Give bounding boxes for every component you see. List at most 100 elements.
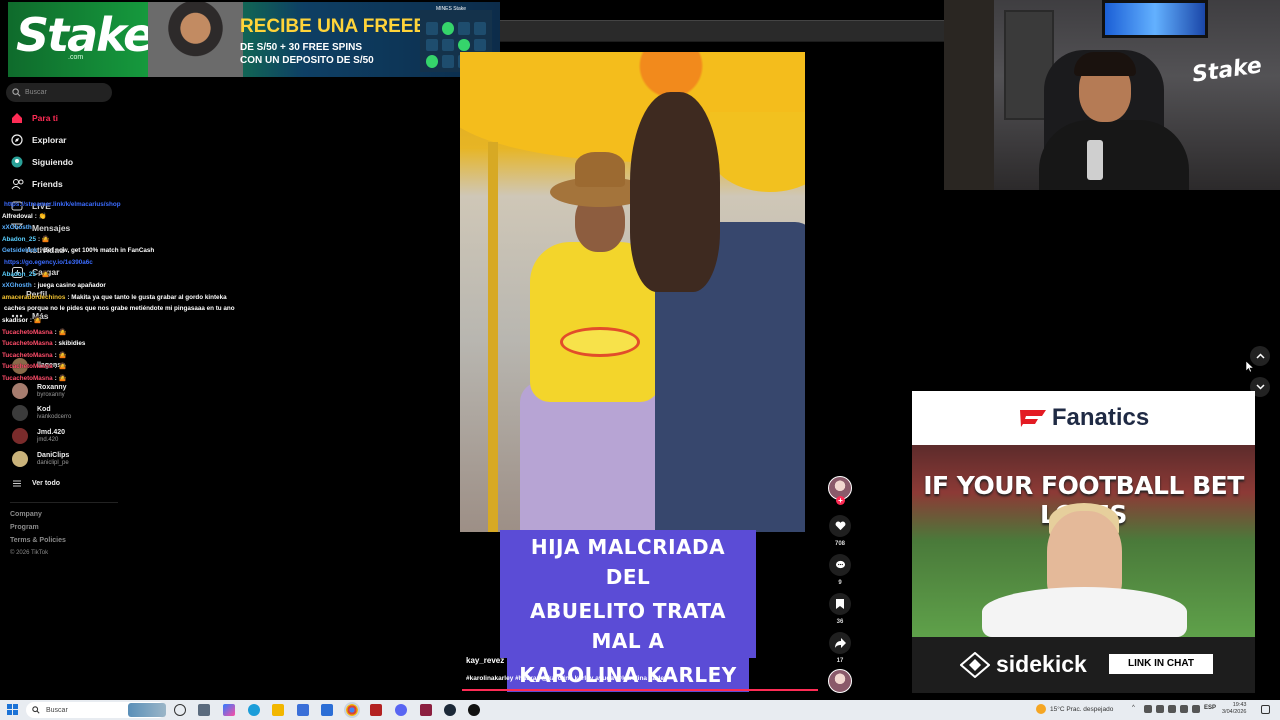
input-language[interactable]: ESP [1204, 705, 1216, 711]
taskbar-clock[interactable]: 19:43 3/04/2026 [1222, 702, 1246, 716]
webcam-streamer-hair [1074, 52, 1136, 76]
see-all-button[interactable]: Ver todo [10, 475, 60, 491]
mail-icon[interactable] [321, 704, 333, 716]
following-account[interactable]: Jmd.420 jmd.420 [12, 428, 65, 444]
video-progress-bar[interactable] [462, 689, 818, 691]
tray-app-icon[interactable] [1144, 705, 1152, 713]
stake-banner-ad[interactable]: Stake .com RECIBE UNA FREEBET DE S/50 + … [8, 2, 500, 77]
app-icon-maroon[interactable] [420, 704, 432, 716]
fanatics-flag-icon [1019, 410, 1046, 427]
following-account[interactable]: DaniClips daniclipl_pe [12, 451, 69, 467]
chat-username: xXGhosth [2, 282, 32, 290]
tray-misc-icon[interactable] [1192, 705, 1200, 713]
sidebar-search[interactable] [6, 83, 112, 102]
chat-username: Alfredoval [2, 212, 33, 220]
chat-message: caches porque no le pides que nos grabe … [2, 305, 235, 313]
search-input[interactable] [25, 89, 105, 96]
sidekick-diamond-icon [960, 651, 990, 678]
tray-volume-icon[interactable] [1180, 705, 1188, 713]
tray-battery-icon[interactable] [1156, 705, 1164, 713]
notifications-icon[interactable] [1261, 705, 1270, 714]
nav-following[interactable]: Siguiendo [10, 154, 73, 170]
streamer-webcam: Stake [944, 0, 1280, 190]
stake-logo-sub: .com [68, 54, 84, 61]
nav-for-you[interactable]: Para ti [10, 110, 58, 126]
link-in-chat-button[interactable]: LINK IN CHAT [1109, 654, 1213, 674]
share-button[interactable] [829, 632, 851, 654]
compass-icon [10, 133, 24, 147]
chrome-icon[interactable] [344, 702, 360, 718]
app-icon-red[interactable] [370, 704, 382, 716]
sidekick-logo: sidekick [960, 651, 1087, 678]
account-handle: daniclipl_pe [37, 459, 69, 466]
chat-message: skadisor: 🤷 [2, 317, 42, 325]
weather-sun-icon [1036, 704, 1046, 714]
nav-explore[interactable]: Explorar [10, 132, 67, 148]
save-button[interactable] [829, 593, 851, 615]
taskbar-search-placeholder: Buscar [46, 706, 68, 714]
home-icon [10, 111, 24, 125]
chat-text: : skibidies [54, 340, 86, 348]
chevron-up-icon [1255, 353, 1265, 359]
chat-message: xXGhosth [2, 224, 34, 232]
following-account[interactable]: Kod ivankodcerro [12, 405, 71, 421]
nav-label: Para ti [32, 113, 58, 123]
chat-username: amaceradordechinos [2, 293, 66, 301]
account-handle: jmd.420 [37, 436, 59, 443]
stake-logo: Stake [16, 8, 154, 62]
store-icon[interactable] [297, 704, 309, 716]
file-explorer-icon[interactable] [272, 704, 284, 716]
sidekick-brand: sidekick [996, 651, 1087, 677]
follow-plus-icon[interactable]: + [836, 496, 845, 505]
sound-avatar[interactable] [828, 669, 852, 693]
mouse-cursor-icon [1246, 361, 1254, 373]
comment-icon [835, 560, 845, 569]
copilot-icon[interactable] [223, 704, 235, 716]
discord-icon[interactable] [395, 704, 407, 716]
chat-text: : 🤷 [54, 375, 67, 382]
footer-link-terms[interactable]: Terms & Policies [10, 537, 66, 544]
chat-username: TucachetoMasna [2, 351, 53, 359]
webcam-streamer-body [1039, 120, 1189, 190]
video-frame-hair [630, 92, 720, 292]
tray-wifi-icon[interactable] [1168, 705, 1176, 713]
chat-username: TucachetoMasna [2, 328, 53, 336]
chat-text: : 🤷 [29, 317, 42, 324]
windows-start-icon[interactable] [7, 704, 18, 715]
avatar [12, 405, 28, 421]
chevron-down-icon [1255, 384, 1265, 390]
mines-grid-title: MINES Stake [436, 6, 467, 12]
webcam-cup [1087, 140, 1103, 180]
chat-text: : juega casino apañador [33, 282, 106, 290]
task-view-icon[interactable] [174, 704, 186, 716]
obs-icon[interactable] [468, 704, 480, 716]
video-author[interactable]: kay_revez [466, 656, 504, 665]
nav-friends[interactable]: Friends [10, 176, 63, 192]
tray-chevron-icon[interactable]: ^ [1132, 705, 1135, 711]
nav-label: Siguiendo [32, 157, 74, 167]
comment-button[interactable] [829, 554, 851, 576]
footer-link-company[interactable]: Company [10, 511, 42, 518]
search-icon [32, 706, 40, 714]
windows-taskbar: Buscar 15°C Prac. despejado ^ ESP 19:43 … [0, 700, 1280, 720]
avatar [12, 451, 28, 467]
fanatics-sidekick-ad[interactable]: Fanatics IF YOUR FOOTBALL BET LOSES side… [912, 391, 1255, 693]
video-caption: HIJA MALCRIADA DEL ABUELITO TRATA MAL A … [500, 530, 756, 692]
avatar [12, 383, 28, 399]
edge-icon[interactable] [248, 704, 260, 716]
webcam-stake-logo: Stake [1190, 53, 1264, 88]
chat-text: : 🤷 [54, 363, 67, 371]
browser-bar-strip [500, 20, 944, 42]
weather-text: 15°C Prac. despejado [1050, 705, 1114, 713]
video-hashtags[interactable]: #karolinakarley #huaraz @karolina karley… [466, 675, 668, 682]
chat-message: Getsidekick: Bet now, get 100% match in … [2, 247, 154, 255]
account-handle: ivankodcerro [37, 413, 72, 420]
video-player[interactable] [460, 52, 805, 532]
following-account[interactable]: Roxanny byroxanny [12, 383, 67, 399]
like-button[interactable] [829, 515, 851, 537]
chat-text: : 🤷 [37, 235, 50, 243]
taskbar-weather[interactable]: 15°C Prac. despejado [1036, 704, 1113, 714]
widgets-icon[interactable] [198, 704, 210, 716]
steam-icon[interactable] [444, 704, 456, 716]
footer-link-program[interactable]: Program [10, 524, 39, 531]
